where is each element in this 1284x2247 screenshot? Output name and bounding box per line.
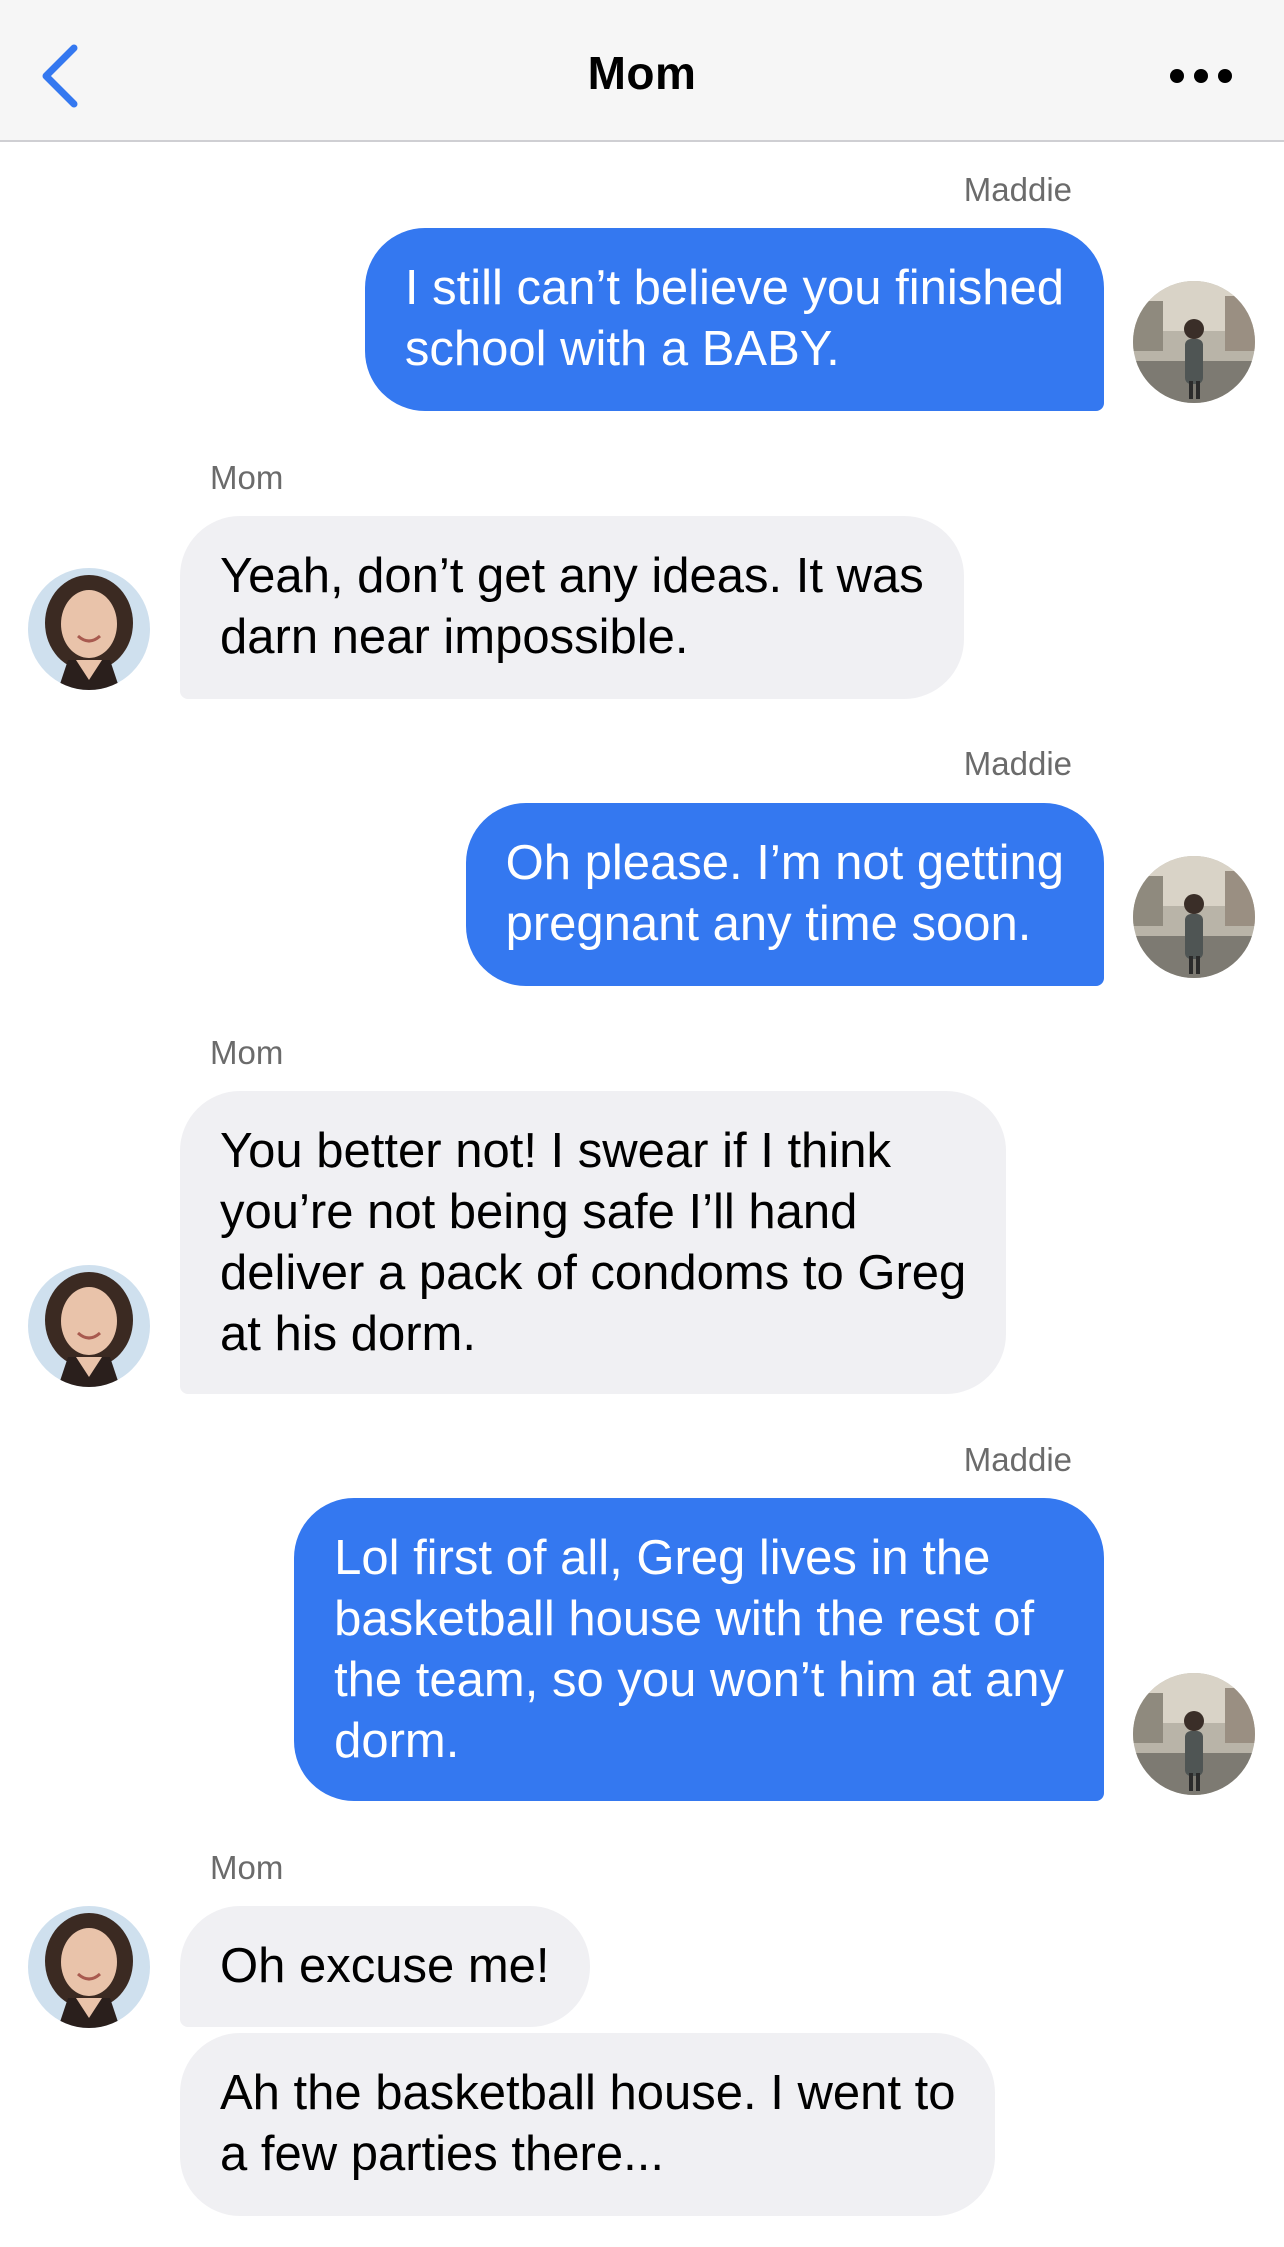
incoming-message-bubble[interactable]: Oh excuse me! — [180, 1906, 590, 2027]
sender-name: Mom — [210, 459, 284, 496]
avatar-maddie — [1133, 1673, 1255, 1795]
avatar-mom — [28, 568, 150, 690]
sender-name: Maddie — [963, 745, 1072, 782]
outgoing-message-bubble[interactable]: Oh please. I’m not getting pregnant any … — [465, 803, 1104, 986]
chevron-left-icon — [42, 44, 78, 108]
incoming-message-bubble[interactable]: You better not! I swear if I think you’r… — [180, 1091, 1007, 1394]
page-title: Mom — [587, 47, 697, 99]
ellipsis-icon — [1170, 69, 1232, 83]
outgoing-message-bubble[interactable]: Lol first of all, Greg lives in the bask… — [294, 1498, 1104, 1801]
conversation-header: Mom — [0, 0, 1284, 142]
avatar-maddie — [1133, 856, 1255, 978]
more-options-button[interactable] — [1166, 56, 1236, 96]
avatar-maddie — [1133, 281, 1255, 403]
sender-name: Mom — [210, 1034, 284, 1071]
avatar-mom — [28, 1906, 150, 2028]
sender-name: Mom — [210, 1849, 284, 1886]
incoming-message-bubble[interactable]: Yeah, don’t get any ideas. It was darn n… — [180, 516, 964, 699]
avatar-mom — [28, 1265, 150, 1387]
incoming-message-bubble[interactable]: Ah the basketball house. I went to a few… — [180, 2033, 996, 2216]
sender-name: Maddie — [963, 171, 1072, 208]
sender-name: Maddie — [963, 1441, 1072, 1478]
outgoing-message-bubble[interactable]: I still can’t believe you finished schoo… — [364, 228, 1104, 411]
back-button[interactable] — [30, 38, 90, 114]
